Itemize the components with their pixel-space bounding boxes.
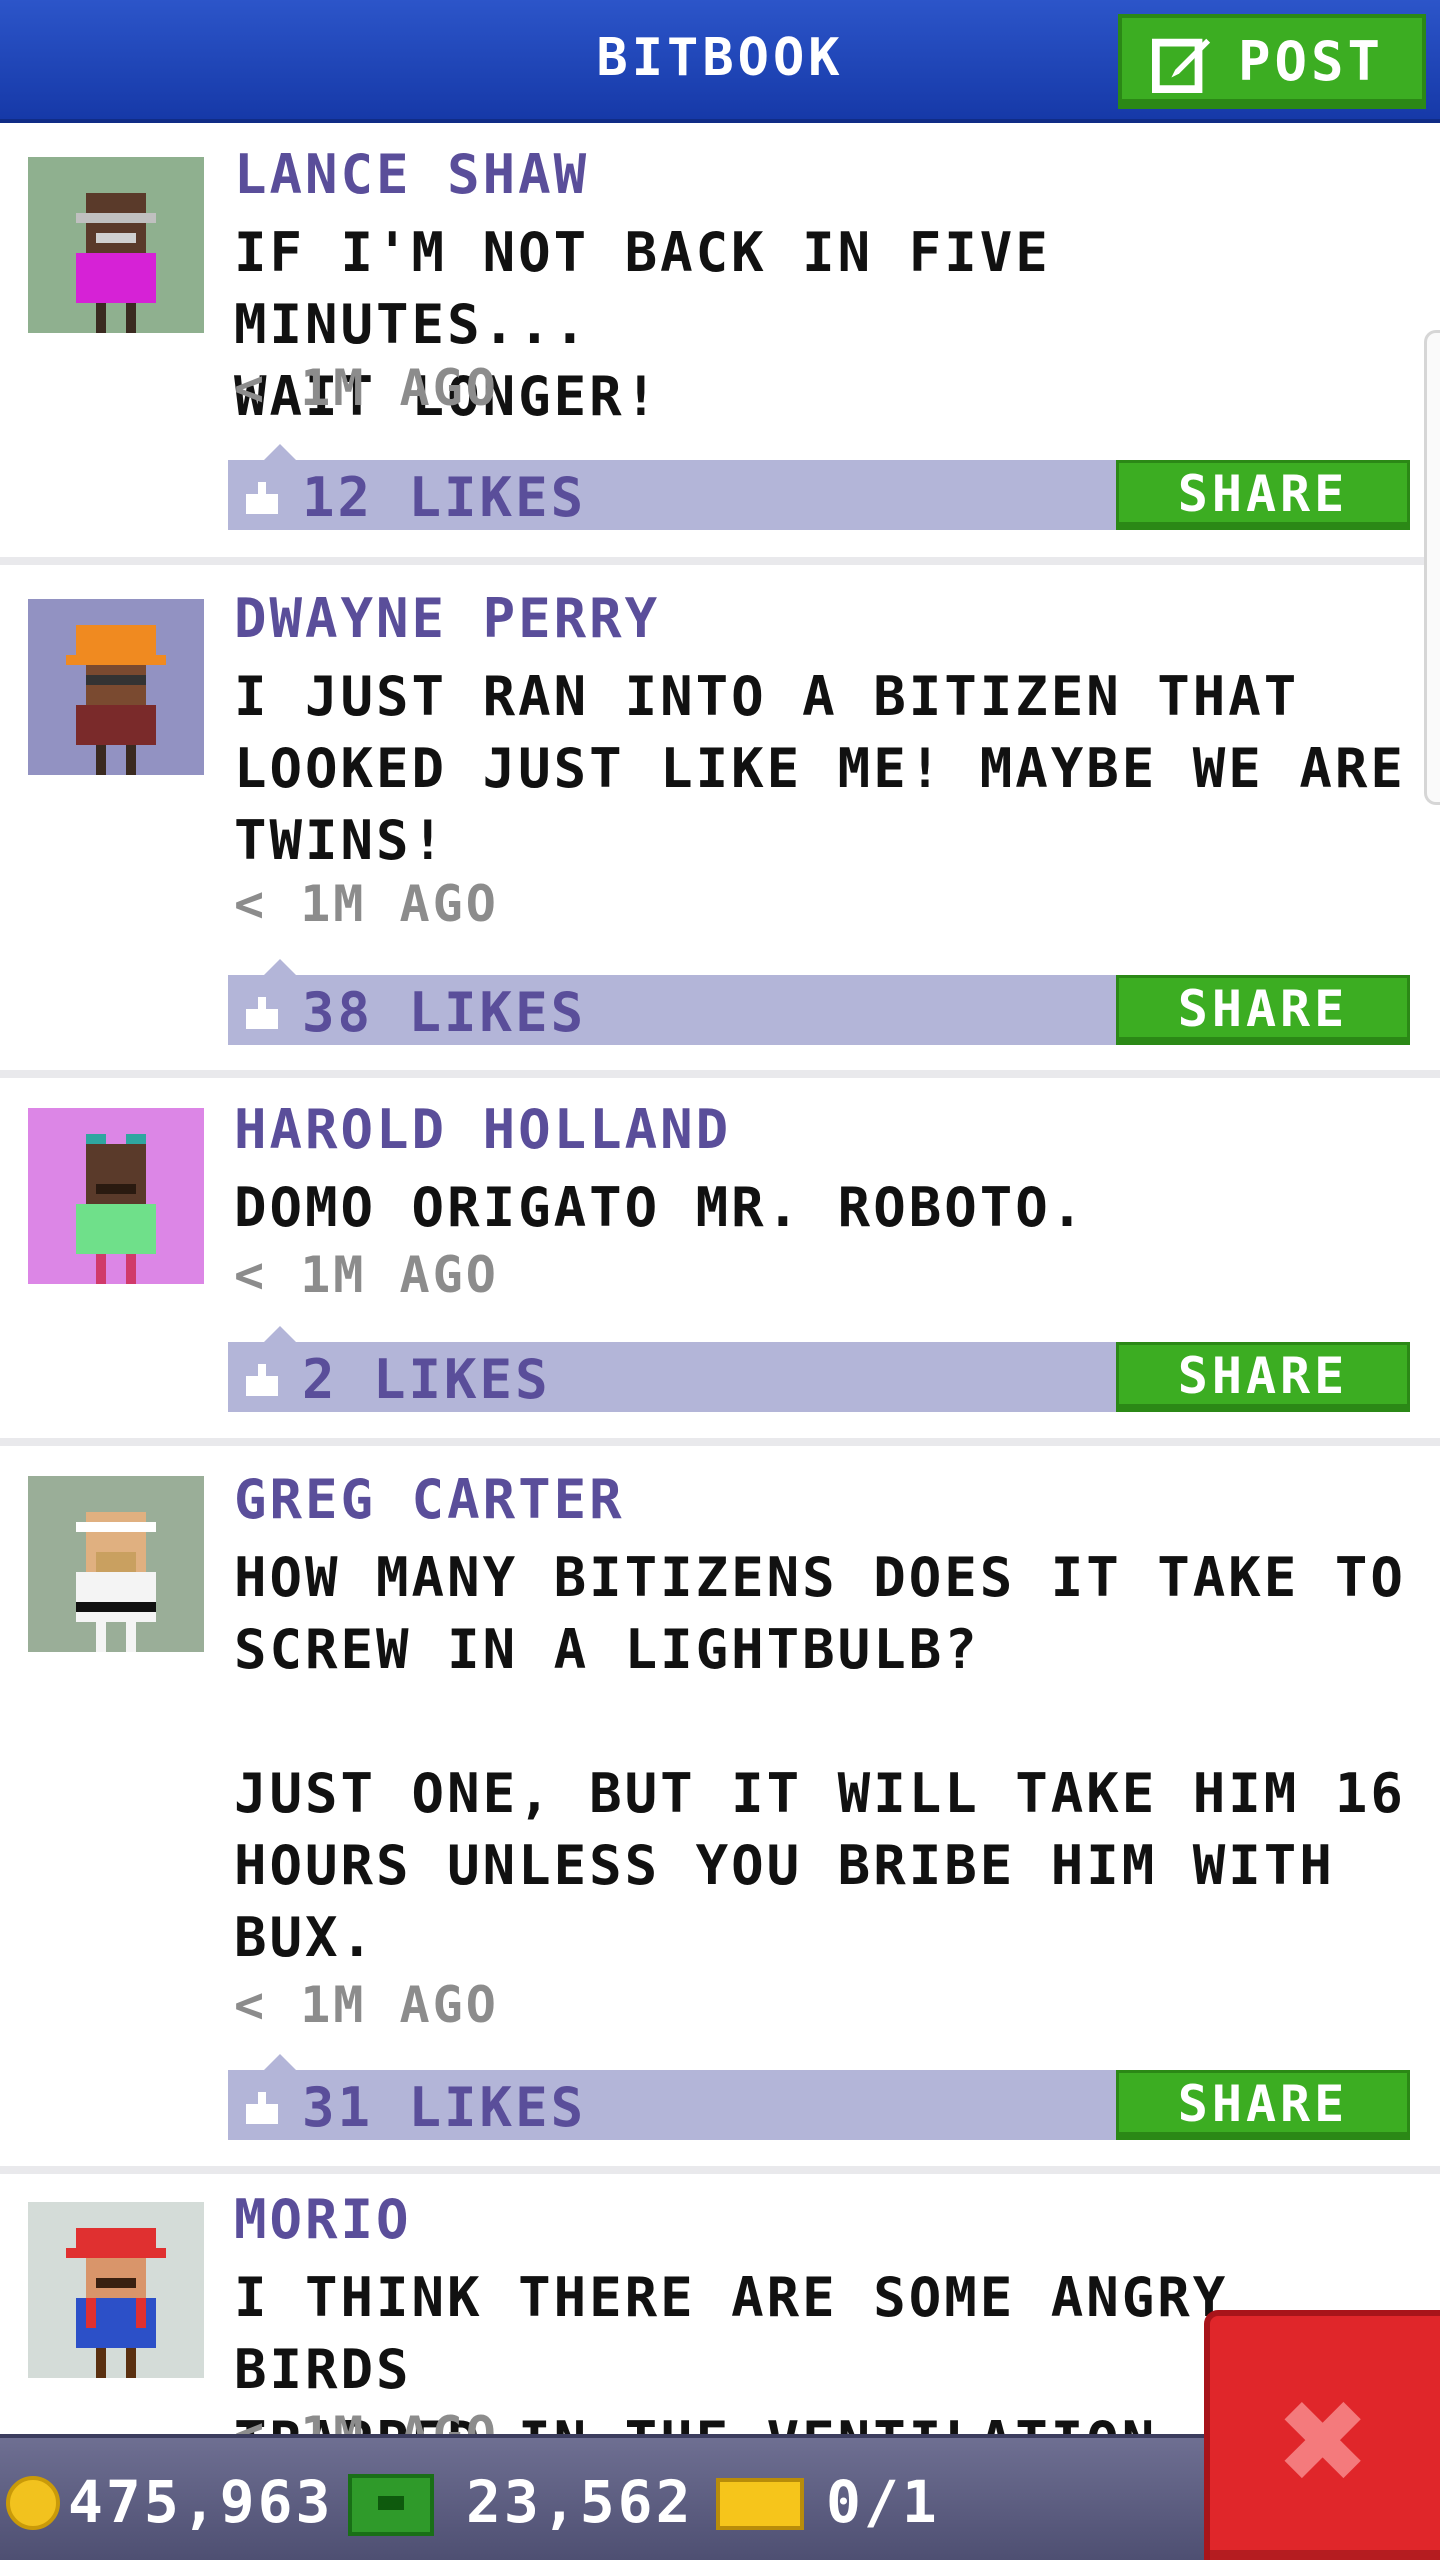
bux-count: 23,562 (466, 2468, 694, 2536)
like-bar: 31 LIKES SHARE (228, 2054, 1410, 2140)
avatar[interactable] (28, 599, 204, 775)
thumbs-up-icon[interactable] (242, 478, 282, 514)
post-button-label: POST (1238, 30, 1385, 93)
post-message: I JUST RAN INTO A BITIZEN THAT LOOKED JU… (234, 665, 1406, 872)
header-bar: BITBOOK POST (0, 0, 1440, 123)
like-bar: 38 LIKES SHARE (228, 959, 1410, 1045)
close-button[interactable]: ✖ (1204, 2310, 1440, 2560)
avatar-sprite (76, 1134, 156, 1284)
like-bar-notch (264, 444, 296, 460)
ticket-icon (716, 2478, 804, 2530)
thumbs-up-icon[interactable] (242, 2088, 282, 2124)
close-icon: ✖ (1279, 2354, 1371, 2528)
avatar[interactable] (28, 1476, 204, 1652)
post-feed[interactable]: LANCE SHAW IF I'M NOT BACK IN FIVE MINUT… (0, 127, 1440, 2434)
post-author[interactable]: MORIO (234, 2188, 412, 2251)
scrollbar[interactable] (1424, 330, 1440, 805)
like-count: 12 LIKES (302, 466, 587, 529)
post-timestamp: < 1M AGO (234, 875, 499, 933)
avatar[interactable] (28, 1108, 204, 1284)
share-button[interactable]: SHARE (1116, 2070, 1410, 2140)
like-bar: 2 LIKES SHARE (228, 1326, 1410, 1412)
post-author[interactable]: LANCE SHAW (234, 143, 589, 206)
post-timestamp: < 1M AGO (234, 1246, 499, 1304)
thumbs-up-icon[interactable] (242, 1360, 282, 1396)
like-bar: 12 LIKES SHARE (228, 444, 1410, 530)
post-item: DWAYNE PERRY I JUST RAN INTO A BITIZEN T… (0, 565, 1440, 1070)
post-timestamp: < 1M AGO (234, 1976, 499, 2034)
avatar-sprite (66, 625, 166, 775)
post-message: DOMO ORIGATO MR. ROBOTO. (234, 1176, 1087, 1239)
post-author[interactable]: DWAYNE PERRY (234, 587, 660, 650)
post-divider (0, 1070, 1440, 1078)
post-divider (0, 1438, 1440, 1446)
coin-icon (6, 2476, 60, 2530)
avatar-sprite (76, 1512, 156, 1652)
post-item: GREG CARTER HOW MANY BITIZENS DOES IT TA… (0, 1446, 1440, 2166)
avatar[interactable] (28, 2202, 204, 2378)
like-count: 2 LIKES (302, 1348, 551, 1411)
post-divider (0, 557, 1440, 565)
post-timestamp: < 1M AGO (234, 359, 499, 417)
like-count: 31 LIKES (302, 2076, 587, 2139)
post-message: HOW MANY BITIZENS DOES IT TAKE TO SCREW … (234, 1546, 1406, 1969)
post-author[interactable]: HAROLD HOLLAND (234, 1098, 731, 1161)
coin-count: 475,963 (68, 2468, 334, 2536)
like-bar-notch (264, 1326, 296, 1342)
bux-icon (348, 2474, 434, 2536)
like-bar-notch (264, 2054, 296, 2070)
like-count: 38 LIKES (302, 981, 587, 1044)
avatar-sprite (66, 2228, 166, 2378)
share-button[interactable]: SHARE (1116, 1342, 1410, 1412)
share-button[interactable]: SHARE (1116, 460, 1410, 530)
post-item: LANCE SHAW IF I'M NOT BACK IN FIVE MINUT… (0, 127, 1440, 557)
post-divider (0, 2166, 1440, 2174)
ticket-count: 0/1 (826, 2468, 940, 2536)
like-bar-notch (264, 959, 296, 975)
post-button[interactable]: POST (1118, 14, 1426, 109)
thumbs-up-icon[interactable] (242, 993, 282, 1029)
edit-icon (1152, 38, 1211, 93)
share-button[interactable]: SHARE (1116, 975, 1410, 1045)
post-item: HAROLD HOLLAND DOMO ORIGATO MR. ROBOTO. … (0, 1078, 1440, 1438)
post-timestamp: < 1M AGO (234, 2406, 499, 2434)
avatar[interactable] (28, 157, 204, 333)
avatar-sprite (76, 193, 156, 333)
post-author[interactable]: GREG CARTER (234, 1468, 625, 1531)
